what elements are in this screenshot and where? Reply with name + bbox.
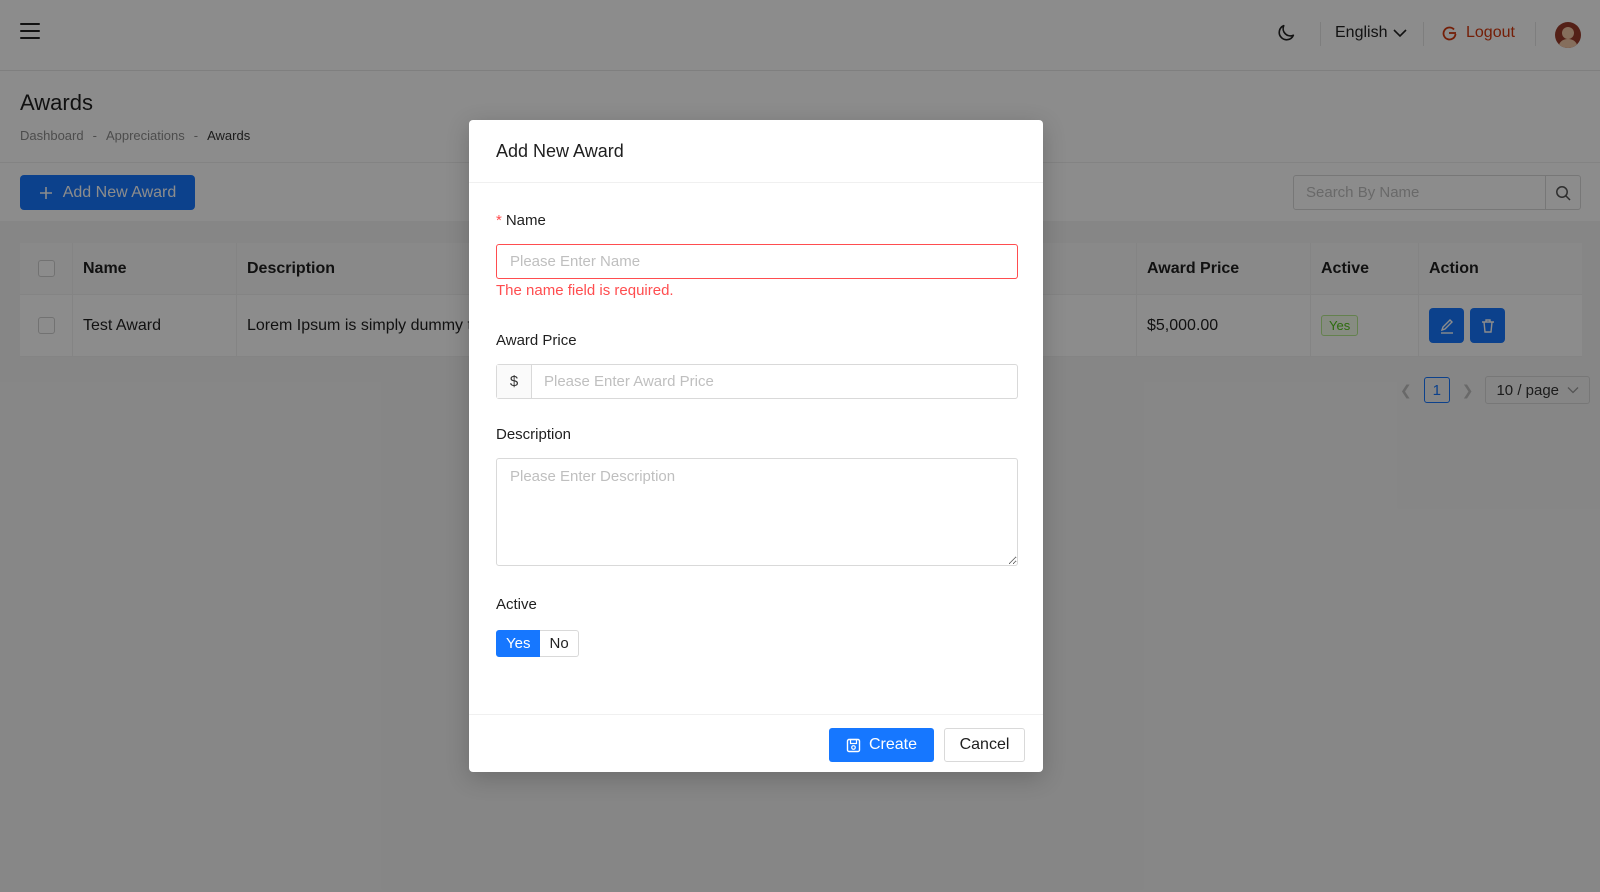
modal-title: Add New Award	[469, 120, 1043, 183]
required-mark: *	[496, 212, 502, 229]
name-error-message: The name field is required.	[496, 282, 674, 299]
add-award-modal: Add New Award *Name The name field is re…	[469, 120, 1043, 772]
name-input[interactable]	[496, 244, 1018, 279]
create-label: Create	[868, 736, 918, 753]
award-price-label: Award Price	[496, 332, 577, 349]
award-price-field: $	[496, 364, 1018, 399]
currency-prefix: $	[497, 365, 532, 398]
active-yes-option[interactable]: Yes	[496, 630, 541, 657]
active-no-option[interactable]: No	[540, 630, 579, 657]
active-label: Active	[496, 596, 537, 613]
active-toggle: Yes No	[496, 630, 579, 657]
name-label-row: * Name	[496, 212, 546, 229]
award-price-input[interactable]	[532, 365, 1017, 398]
description-textarea[interactable]	[496, 458, 1018, 566]
cancel-button[interactable]: Cancel	[944, 728, 1025, 762]
description-label: Description	[496, 426, 572, 443]
modal-footer: Create Cancel	[469, 714, 1043, 772]
save-icon	[846, 738, 861, 752]
create-button[interactable]: Create	[829, 728, 934, 762]
name-label: Name	[505, 212, 546, 229]
